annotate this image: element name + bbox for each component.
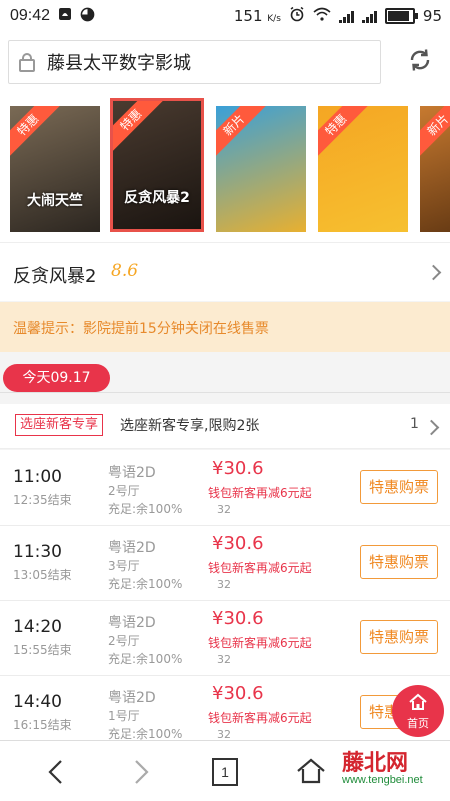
- tabs-button[interactable]: 1: [212, 758, 238, 786]
- wallet-discount: 钱包新客再减6元起: [208, 636, 312, 650]
- original-price: 32: [217, 578, 231, 591]
- back-arrow-icon[interactable]: [47, 759, 65, 785]
- network-speed: 151 K/s: [233, 7, 281, 25]
- notice-text: 温馨提示：影院提前15分钟关闭在线售票: [13, 321, 269, 337]
- showtime-format: 粤语2D: [108, 690, 156, 706]
- showtime-hall: 2号厅: [108, 634, 140, 648]
- poster-ribbon: 特惠: [10, 106, 60, 157]
- showtime-price: ¥30.6: [212, 683, 264, 704]
- poster-ribbon: 特惠: [113, 101, 163, 152]
- original-price: 32: [217, 503, 231, 516]
- movie-poster[interactable]: 特惠大闹天竺: [10, 106, 100, 232]
- signal-icon-2: [361, 10, 377, 23]
- poster-ribbon: 新片: [420, 106, 450, 157]
- promo-row[interactable]: 选座新客专享 选座新客专享,限购2张 1: [0, 404, 450, 449]
- poster-title: 反贪风暴2: [124, 190, 190, 206]
- battery-icon: [384, 8, 418, 24]
- showtime-list: 11:00 12:35结束 粤语2D 2号厅 充足:余100% ¥30.6 钱包新客再减6元…: [0, 450, 450, 751]
- promo-count: 1: [410, 416, 419, 432]
- wallet-discount: 钱包新客再减6元起: [208, 711, 312, 725]
- signal-icon: [338, 10, 354, 23]
- url-field[interactable]: 藤县太平数字影城: [8, 40, 381, 84]
- movie-poster[interactable]: 特惠: [318, 106, 408, 232]
- movie-score: 8.6: [111, 261, 139, 281]
- showtime-start: 14:40: [13, 692, 62, 712]
- status-right: 151 K/s 95: [234, 0, 442, 32]
- wallet-discount: 钱包新客再减6元起: [208, 561, 312, 575]
- showtime-hall: 3号厅: [108, 559, 140, 573]
- showtime-end: 15:55结束: [13, 643, 72, 657]
- wifi-icon: [313, 7, 331, 25]
- forward-arrow-icon[interactable]: [132, 759, 150, 785]
- showtime-format: 粤语2D: [108, 615, 156, 631]
- data-saver-icon: [80, 7, 95, 26]
- home-icon: [409, 693, 427, 710]
- showtime-end: 12:35结束: [13, 493, 72, 507]
- poster-title: 大闹天竺: [27, 193, 83, 209]
- battery-level: 95: [422, 7, 442, 25]
- promo-tag: 选座新客专享: [15, 414, 104, 436]
- showtime-row: 11:00 12:35结束 粤语2D 2号厅充足:余100% ¥30.6 钱包新客再减6元…: [0, 450, 450, 526]
- showtime-end: 16:15结束: [13, 718, 72, 732]
- page-title: 藤县太平数字影城: [47, 53, 191, 74]
- divider: [0, 392, 450, 393]
- showtime-format: 粤语2D: [108, 465, 156, 481]
- movie-poster[interactable]: 新片: [420, 106, 450, 232]
- buy-ticket-button[interactable]: 特惠购票: [360, 620, 438, 654]
- watermark-name: 藤北网: [342, 750, 409, 776]
- buy-ticket-button[interactable]: 特惠购票: [360, 470, 438, 504]
- showtime-price: ¥30.6: [212, 458, 264, 479]
- watermark-url: www.tengbei.net: [342, 774, 423, 786]
- chevron-right-icon: [425, 264, 442, 281]
- promo-text: 选座新客专享,限购2张: [120, 418, 260, 434]
- notification-icon: [58, 7, 72, 25]
- notice-banner: 温馨提示：影院提前15分钟关闭在线售票: [0, 302, 450, 352]
- status-time: 09:42: [10, 7, 51, 24]
- date-tab-today[interactable]: 今天09.17: [3, 364, 110, 392]
- selected-caret: [143, 232, 163, 242]
- movie-info-row[interactable]: 反贪风暴2 8.6: [0, 242, 450, 301]
- wallet-discount: 钱包新客再减6元起: [208, 486, 312, 500]
- seat-availability: 充足:余100%: [108, 652, 183, 666]
- showtime-start: 11:00: [13, 467, 62, 487]
- showtime-format: 粤语2D: [108, 540, 156, 556]
- seat-availability: 充足:余100%: [108, 577, 183, 591]
- status-bar: 09:42 151 K/s 95: [0, 0, 450, 32]
- showtime-row: 14:20 15:55结束 粤语2D 2号厅充足:余100% ¥30.6 钱包新客再减6元…: [0, 600, 450, 676]
- lock-icon: [19, 52, 35, 72]
- showtime-hall: 2号厅: [108, 484, 140, 498]
- original-price: 32: [217, 653, 231, 666]
- buy-ticket-button[interactable]: 特惠购票: [360, 545, 438, 579]
- showtime-price: ¥30.6: [212, 533, 264, 554]
- chevron-right-icon: [423, 419, 440, 436]
- showtime-row: 11:30 13:05结束 粤语2D 3号厅充足:余100% ¥30.6 钱包新客再减6元…: [0, 525, 450, 601]
- movie-title: 反贪风暴2: [13, 266, 97, 287]
- showtime-start: 11:30: [13, 542, 62, 562]
- movie-poster[interactable]: 特惠反贪风暴2: [110, 98, 204, 232]
- showtime-start: 14:20: [13, 617, 62, 637]
- home-nav-icon[interactable]: [296, 757, 326, 785]
- home-button[interactable]: 首页: [392, 685, 444, 737]
- seat-availability: 充足:余100%: [108, 502, 183, 516]
- showtime-price: ¥30.6: [212, 608, 264, 629]
- alarm-icon: [289, 6, 305, 26]
- showtime-end: 13:05结束: [13, 568, 72, 582]
- address-bar: 藤县太平数字影城: [0, 32, 450, 93]
- poster-ribbon: 新片: [216, 106, 266, 157]
- home-label: 首页: [407, 717, 429, 730]
- poster-carousel[interactable]: 特惠 大闹天竺 特惠 反贪风暴2 新片 特惠 新片: [0, 92, 450, 242]
- poster-ribbon: 特惠: [318, 106, 368, 157]
- refresh-icon[interactable]: [408, 48, 432, 72]
- showtime-hall: 1号厅: [108, 709, 140, 723]
- movie-poster[interactable]: 新片: [216, 106, 306, 232]
